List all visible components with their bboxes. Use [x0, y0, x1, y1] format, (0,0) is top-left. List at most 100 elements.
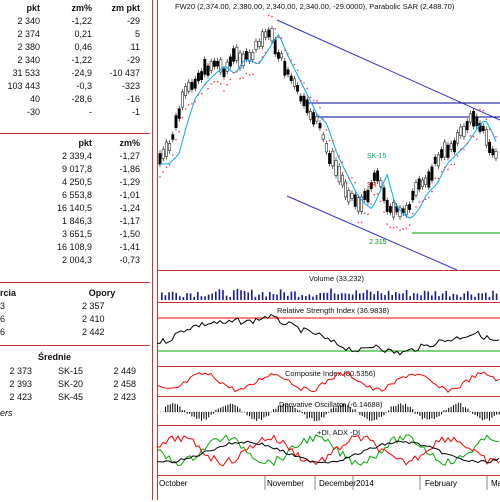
- do-bar: [191, 412, 192, 416]
- table-row[interactable]: 62 442: [0, 327, 150, 338]
- volume-bar: [298, 297, 300, 300]
- volume-bar: [269, 292, 271, 300]
- table-row[interactable]: 2 340 -1,22 -29: [0, 55, 150, 66]
- candle-body: [204, 59, 206, 74]
- volume-bar: [219, 289, 221, 300]
- candle-body: [213, 61, 215, 67]
- channel-upper-line[interactable]: [277, 20, 500, 120]
- sar-dot: [201, 93, 203, 95]
- table-row[interactable]: 6 553,8-1,01: [0, 190, 150, 201]
- do-bar: [374, 412, 375, 420]
- table-row[interactable]: 40 -28,6 -16: [0, 94, 150, 105]
- sar-dot: [204, 84, 206, 86]
- volume-bar: [215, 292, 217, 300]
- x-label-february: February: [425, 479, 457, 488]
- table-row[interactable]: 2 393SK-202 458: [0, 379, 150, 390]
- candle-body: [485, 129, 487, 145]
- candle-body: [418, 179, 420, 189]
- table-row[interactable]: -30 - -1: [0, 107, 150, 118]
- candle-body: [431, 167, 433, 181]
- table-row[interactable]: 2 004,3-0,73: [0, 255, 150, 266]
- volume-bar: [247, 292, 249, 300]
- volume-bars[interactable]: [161, 289, 497, 300]
- table-row[interactable]: 62 410: [0, 314, 150, 325]
- cell: 2 004,3: [42, 255, 92, 266]
- do-bar: [230, 404, 231, 412]
- do-bar: [371, 412, 372, 421]
- do-bar: [283, 404, 284, 412]
- cell: -1,29: [96, 177, 140, 188]
- sar-dot: [159, 176, 161, 178]
- volume-bar: [323, 293, 325, 300]
- chart-svg[interactable]: FW20 (2,374.00, 2,380.00, 2,340.00, 2,34…: [157, 0, 500, 500]
- volume-bar: [381, 293, 383, 300]
- cell: 2 339,4: [42, 151, 92, 162]
- divider: [0, 133, 150, 134]
- cell: -1,27: [96, 151, 140, 162]
- candle-body: [424, 178, 426, 185]
- do-bar: [247, 412, 248, 415]
- do-bar: [177, 405, 178, 412]
- sar-dot: [370, 203, 372, 205]
- candle-body: [408, 204, 410, 209]
- volume-bar: [413, 293, 415, 300]
- sar-dot: [358, 222, 360, 224]
- cell: -10 437: [96, 68, 140, 79]
- candle-body: [428, 172, 430, 187]
- col-pkt: pkt: [0, 3, 40, 14]
- sar-dot: [460, 148, 462, 150]
- table-row[interactable]: 2 374 0,21 5: [0, 29, 150, 40]
- candle-body: [159, 154, 161, 165]
- do-bar: [280, 406, 281, 412]
- do-bar: [239, 409, 240, 412]
- table-row[interactable]: 103 443 -0,3 -323: [0, 81, 150, 92]
- do-bar: [259, 412, 260, 419]
- candle-body: [338, 166, 340, 182]
- candle-body: [319, 123, 321, 128]
- candle-body: [412, 191, 414, 200]
- volume-bar: [330, 289, 332, 300]
- candle-body: [226, 62, 228, 71]
- candle-body: [271, 28, 273, 40]
- table-row[interactable]: 16 140,5-1,24: [0, 203, 150, 214]
- volume-bar: [366, 290, 368, 300]
- volume-bar: [172, 292, 174, 300]
- sar-dot: [386, 223, 388, 225]
- sar-dot: [303, 82, 305, 84]
- sar-dot: [313, 100, 315, 102]
- do-bar: [170, 404, 171, 412]
- volume-bar: [240, 290, 242, 300]
- candle-body: [386, 200, 388, 211]
- do-bar: [297, 410, 298, 412]
- candle-body: [300, 96, 302, 101]
- sar-dot: [319, 107, 321, 109]
- table-row[interactable]: 2 423SK-452 423: [0, 392, 150, 403]
- volume-bar: [287, 296, 289, 300]
- plus-di-line[interactable]: [157, 435, 499, 466]
- table-row[interactable]: 9 017,8-1,86: [0, 164, 150, 175]
- candle-body: [335, 161, 337, 176]
- chart-area[interactable]: FW20 (2,374.00, 2,380.00, 2,340.00, 2,34…: [157, 0, 500, 500]
- sar-dot: [284, 49, 286, 51]
- rsi-line[interactable]: [157, 315, 499, 355]
- table-row[interactable]: 1 846,3-1,17: [0, 216, 150, 227]
- table-row[interactable]: 2 340 -1,22 -29: [0, 16, 150, 27]
- table-row[interactable]: 2 380 0,46 11: [0, 42, 150, 53]
- table-row[interactable]: 32 357: [0, 301, 150, 312]
- candle-body: [415, 183, 417, 196]
- sar-dot: [473, 136, 475, 138]
- table-row[interactable]: 2 339,4 -1,27: [0, 151, 150, 162]
- parabolic-sar[interactable]: [159, 15, 497, 232]
- table-row[interactable]: 31 533 -24,9 -10 437: [0, 68, 150, 79]
- do-bar: [391, 406, 392, 412]
- volume-bar: [276, 295, 278, 300]
- table-row[interactable]: 2 373SK-152 449: [0, 366, 150, 377]
- table-row[interactable]: 16 108,9-1,41: [0, 242, 150, 253]
- sar-dot: [278, 37, 280, 39]
- price-candles[interactable]: [159, 25, 497, 220]
- candle-body: [188, 82, 190, 91]
- candle-body: [380, 180, 382, 186]
- table-row[interactable]: 3 651,5-1,50: [0, 229, 150, 240]
- table-row[interactable]: 4 250,5-1,29: [0, 177, 150, 188]
- volume-bar: [489, 297, 491, 300]
